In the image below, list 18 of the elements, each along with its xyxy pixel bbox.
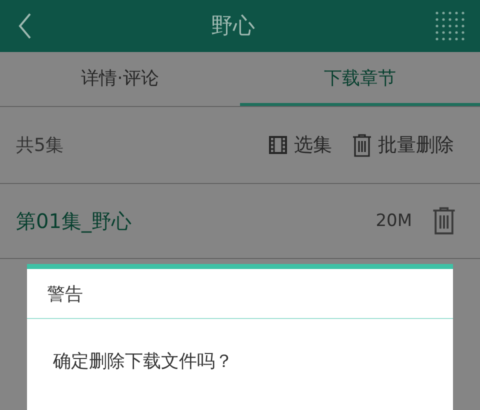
back-icon <box>18 13 32 39</box>
episode-count: 共5集 <box>16 134 64 157</box>
delete-button[interactable] <box>432 207 456 235</box>
dialog-message: 确定删除下载文件吗？ <box>53 350 234 373</box>
tab[interactable]: 详情·评论 <box>0 52 240 106</box>
tab[interactable]: 下载章节 <box>240 52 480 106</box>
batch-delete-button[interactable]: 批量删除 <box>352 132 454 158</box>
trash-icon <box>352 134 372 156</box>
dialog-title: 警告 <box>47 282 83 306</box>
film-icon <box>268 135 288 155</box>
episode-title: 第01集_野心 <box>16 208 132 234</box>
back-button[interactable] <box>18 13 32 39</box>
file-size: 20M <box>376 211 412 231</box>
page-title: 野心 <box>211 13 255 41</box>
dot-grid-icon <box>434 10 466 42</box>
grid-button[interactable] <box>434 10 466 42</box>
trash-icon <box>432 207 456 235</box>
select-episodes-button[interactable]: 选集 <box>268 132 332 158</box>
